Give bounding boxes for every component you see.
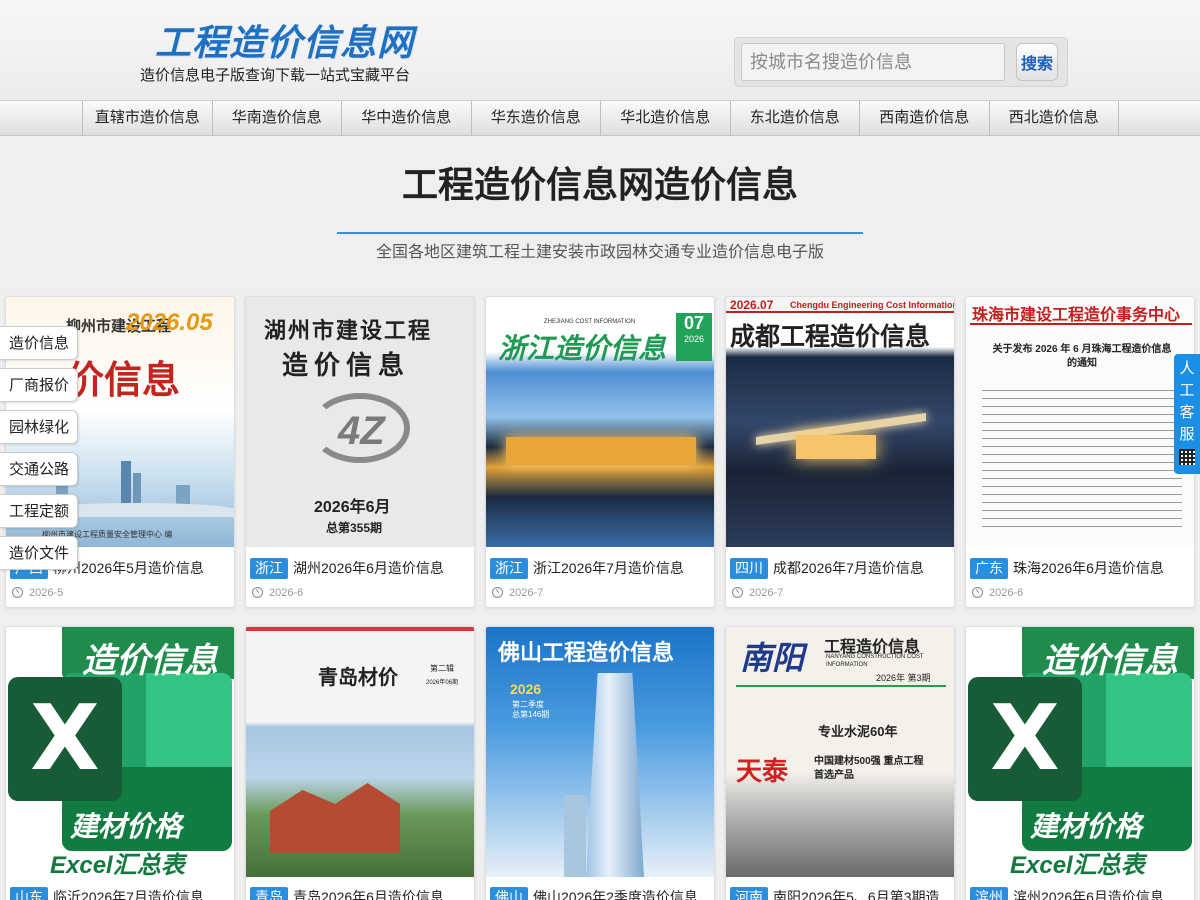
clock-icon: [972, 587, 983, 598]
publication-card[interactable]: 湖州市建设工程 造价信息 4Z 2026年6月 总第355期 浙江 湖州2026…: [245, 296, 475, 608]
card-title[interactable]: 浙江2026年7月造价信息: [533, 558, 710, 579]
publication-card[interactable]: 珠海市建设工程造价事务中心 关于发布 2026 年 6 月珠海工程造价信息的通知…: [965, 296, 1195, 608]
nav-item-southwest[interactable]: 西南造价信息: [860, 101, 990, 135]
region-tag[interactable]: 山东: [10, 887, 48, 900]
clock-icon: [252, 587, 263, 598]
publication-card[interactable]: 2026.07 Chengdu Engineering Cost Informa…: [725, 296, 955, 608]
publication-card[interactable]: ZHEJIANG COST INFORMATION 浙江造价信息 07 2026…: [485, 296, 715, 608]
building-photo: [506, 437, 696, 465]
nav-item-northeast[interactable]: 东北造价信息: [731, 101, 860, 135]
nav-item-east-china[interactable]: 华东造价信息: [472, 101, 601, 135]
cover-image[interactable]: 2026.07 Chengdu Engineering Cost Informa…: [726, 297, 954, 547]
publication-card[interactable]: X 造价信息 建材价格 Excel汇总表 滨州 滨州2026年6月造价信息: [965, 626, 1195, 900]
excel-icon: X: [968, 677, 1082, 801]
search-box: 搜索: [734, 37, 1068, 87]
issue-badge: 07 2026: [676, 313, 712, 361]
cover-image[interactable]: 佛山工程造价信息 2026 第二季度 总第146期: [486, 627, 714, 877]
region-tag[interactable]: 滨州: [970, 887, 1008, 900]
card-title[interactable]: 柳州2026年5月造价信息: [53, 558, 230, 579]
cover-image[interactable]: 青岛材价 第二辑 2026年06期: [246, 627, 474, 877]
qr-code-icon[interactable]: [1179, 449, 1195, 465]
card-date: 2026-7: [492, 587, 543, 599]
region-tag[interactable]: 浙江: [490, 558, 528, 579]
card-date: 2026-7: [732, 587, 783, 599]
card-title[interactable]: 湖州2026年6月造价信息: [293, 558, 470, 579]
nav-item-north-china[interactable]: 华北造价信息: [601, 101, 731, 135]
card-date: 2026-5: [12, 587, 63, 599]
notice-title: 关于发布 2026 年 6 月珠海工程造价信息的通知: [992, 344, 1172, 369]
cover-image[interactable]: 湖州市建设工程 造价信息 4Z 2026年6月 总第355期: [246, 297, 474, 547]
clock-icon: [492, 587, 503, 598]
card-title[interactable]: 青岛2026年6月造价信息: [293, 887, 470, 900]
card-title[interactable]: 滨州2026年6月造价信息: [1013, 887, 1190, 900]
cover-image[interactable]: 珠海市建设工程造价事务中心 关于发布 2026 年 6 月珠海工程造价信息的通知: [966, 297, 1194, 547]
side-item-landscaping[interactable]: 园林绿化: [0, 410, 78, 444]
nav-item-municipality[interactable]: 直辖市造价信息: [83, 101, 213, 135]
excel-icon: X: [8, 677, 122, 801]
side-item-quotas[interactable]: 工程定额: [0, 494, 78, 528]
region-nav: 直辖市造价信息 华南造价信息 华中造价信息 华东造价信息 华北造价信息 东北造价…: [0, 100, 1200, 136]
site-header: 工程造价信息网 造价信息电子版查询下载一站式宝藏平台 搜索: [0, 0, 1200, 100]
section-title: 工程造价信息网造价信息: [401, 164, 798, 205]
publication-card[interactable]: 佛山工程造价信息 2026 第二季度 总第146期 佛山 佛山2026年2季度造…: [485, 626, 715, 900]
publication-card[interactable]: 南阳 工程造价信息 NANYANG CONSTRUCTION COST INFO…: [725, 626, 955, 900]
tower-photo: [586, 673, 644, 877]
card-title[interactable]: 临沂2026年7月造价信息: [53, 887, 230, 900]
nav-item-northwest[interactable]: 西北造价信息: [990, 101, 1119, 135]
building-photo: [270, 783, 400, 853]
cover-image[interactable]: X 造价信息 建材价格 Excel汇总表: [966, 627, 1194, 877]
card-date: 2026-6: [252, 587, 303, 599]
region-tag[interactable]: 佛山: [490, 887, 528, 900]
red-rule: [970, 323, 1192, 325]
red-top-strip: [246, 627, 474, 631]
region-tag[interactable]: 广东: [970, 558, 1008, 579]
clock-icon: [12, 587, 23, 598]
card-title[interactable]: 成都2026年7月造价信息: [773, 558, 950, 579]
region-tag[interactable]: 青岛: [250, 887, 288, 900]
side-item-cost-info[interactable]: 造价信息: [0, 326, 78, 360]
cover-image[interactable]: ZHEJIANG COST INFORMATION 浙江造价信息 07 2026: [486, 297, 714, 547]
search-button[interactable]: 搜索: [1016, 43, 1058, 81]
publication-card[interactable]: 青岛材价 第二辑 2026年06期 青岛 青岛2026年6月造价信息: [245, 626, 475, 900]
section-subtitle: 全国各地区建筑工程土建安装市政园林交通专业造价信息电子版: [375, 244, 824, 261]
publisher-emblem: 4Z: [310, 393, 410, 463]
card-date: 2026-6: [972, 587, 1023, 599]
site-logo[interactable]: 工程造价信息网: [155, 14, 414, 66]
card-title[interactable]: 佛山2026年2季度造价信息: [533, 887, 710, 900]
nav-item-south-china[interactable]: 华南造价信息: [213, 101, 342, 135]
customer-service-tab[interactable]: 人 工 客 服: [1174, 354, 1200, 474]
notice-body: [982, 383, 1182, 533]
region-tag[interactable]: 四川: [730, 558, 768, 579]
side-item-cost-files[interactable]: 造价文件: [0, 536, 78, 570]
tower-photo: [564, 795, 586, 877]
building-photo: [756, 405, 926, 465]
card-title[interactable]: 珠海2026年6月造价信息: [1013, 558, 1190, 579]
side-item-vendor-quotes[interactable]: 厂商报价: [0, 368, 78, 402]
green-rule: [736, 685, 946, 687]
region-tag[interactable]: 浙江: [250, 558, 288, 579]
site-slogan: 造价信息电子版查询下载一站式宝藏平台: [140, 67, 411, 84]
card-title[interactable]: 南阳2026年5、6月第3期造价信息: [773, 887, 950, 900]
publication-card[interactable]: X 造价信息 建材价格 Excel汇总表 山东 临沂2026年7月造价信息: [5, 626, 235, 900]
cover-image[interactable]: X 造价信息 建材价格 Excel汇总表: [6, 627, 234, 877]
cover-image[interactable]: 南阳 工程造价信息 NANYANG CONSTRUCTION COST INFO…: [726, 627, 954, 877]
side-item-traffic-roads[interactable]: 交通公路: [0, 452, 78, 486]
search-input[interactable]: [741, 43, 1005, 81]
clock-icon: [732, 587, 743, 598]
section-divider: [337, 232, 863, 234]
nav-item-central-china[interactable]: 华中造价信息: [342, 101, 472, 135]
region-tag[interactable]: 河南: [730, 887, 768, 900]
